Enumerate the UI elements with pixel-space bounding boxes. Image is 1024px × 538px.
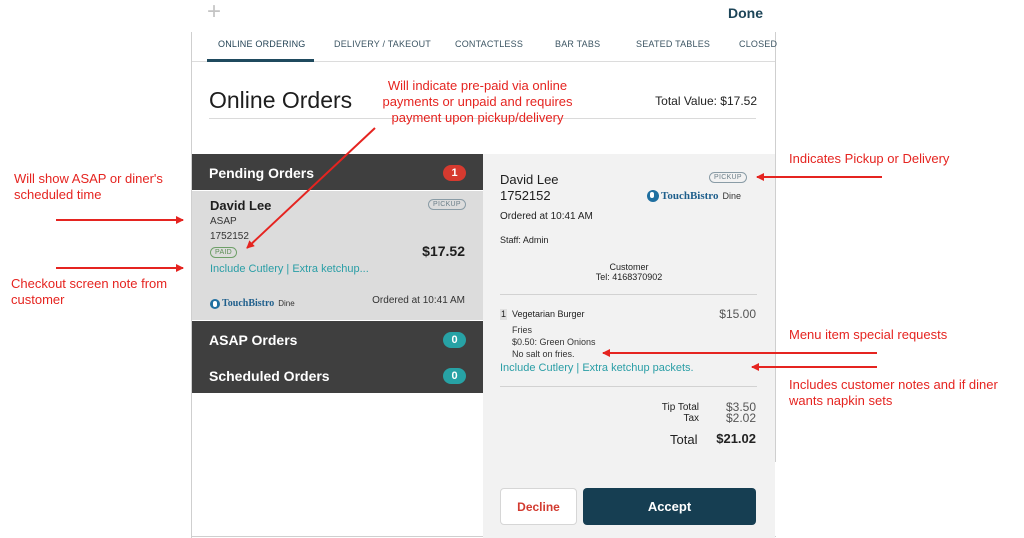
detail-customer-note: Include Cutlery | Extra ketchup packets. [500, 362, 694, 374]
asap-orders-header[interactable]: ASAP Orders 0 [192, 321, 483, 357]
detail-divider [500, 386, 757, 387]
annotation-line: Includes customer notes and if diner [789, 377, 998, 392]
tab-seated-tables[interactable]: SEATED TABLES [636, 39, 710, 49]
accept-button[interactable]: Accept [583, 488, 756, 525]
annotation-prepaid: Will indicate pre-paid via online paymen… [365, 78, 590, 126]
annotation-line: Will show ASAP or diner's [14, 171, 163, 186]
annotation-line: Checkout screen note from [11, 276, 168, 291]
annotation-line: Menu item special requests [789, 327, 948, 342]
annotation-line: customer [11, 292, 65, 307]
order-card-timing: ASAP [210, 216, 237, 227]
total-value-amount: $21.02 [716, 431, 756, 446]
order-card-pickup-badge: PICKUP [428, 199, 466, 210]
asap-orders-label: ASAP Orders [209, 332, 298, 348]
annotation-line: scheduled time [14, 187, 102, 202]
item-quantity: 1 [500, 309, 507, 320]
annotation-asap-time: Will show ASAP or diner's scheduled time [14, 171, 163, 203]
scheduled-orders-count: 0 [443, 368, 466, 384]
touchbistro-logo-icon [647, 190, 659, 202]
order-card-note: Include Cutlery | Extra ketchup... [210, 263, 369, 275]
item-modifier: $0.50: Green Onions [512, 337, 596, 347]
annotation-line: payment upon pickup/delivery [391, 110, 564, 125]
tab-closed[interactable]: CLOSED [739, 39, 777, 49]
tab-delivery-takeout[interactable]: DELIVERY / TAKEOUT [334, 39, 431, 49]
tip-label: Tip Total [661, 402, 699, 413]
decline-button[interactable]: Decline [500, 488, 577, 525]
detail-customer-name: David Lee [500, 172, 559, 187]
pending-orders-count: 1 [443, 165, 466, 181]
tab-bar: ONLINE ORDERING DELIVERY / TAKEOUT CONTA… [192, 32, 777, 62]
annotation-line: wants napkin sets [789, 393, 893, 408]
annotation-pickup-delivery: Indicates Pickup or Delivery [789, 151, 949, 167]
done-button[interactable]: Done [728, 5, 763, 21]
annotation-checkout-note: Checkout screen note from customer [11, 276, 167, 308]
annotation-customer-notes: Includes customer notes and if diner wan… [789, 377, 998, 409]
detail-customer-tel: Tel: 4168370902 [595, 272, 663, 282]
tab-online-ordering[interactable]: ONLINE ORDERING [218, 39, 306, 49]
item-modifier: No salt on fries. [512, 349, 575, 359]
detail-order-number: 1752152 [500, 188, 551, 203]
total-value: Total Value: $17.52 [655, 94, 757, 108]
total-label: Total [670, 432, 698, 447]
order-card-paid-badge: PAID [210, 247, 238, 258]
asap-orders-count: 0 [443, 332, 466, 348]
tab-bar-tabs[interactable]: BAR TABS [555, 39, 600, 49]
detail-brand: TouchBistro Dine [647, 190, 741, 202]
brand-suffix: Dine [722, 191, 741, 201]
brand-name: TouchBistro [661, 190, 719, 202]
tax-value: $2.02 [725, 411, 756, 425]
order-detail-panel: David Lee PICKUP 1752152 TouchBistro Din… [483, 154, 775, 538]
scheduled-orders-header[interactable]: Scheduled Orders 0 [192, 357, 483, 393]
annotation-line: Will indicate pre-paid via online [387, 78, 568, 93]
brand-name: TouchBistro [222, 298, 275, 309]
order-card-ordered-at: Ordered at 10:41 AM [372, 295, 465, 306]
order-card-number: 1752152 [210, 231, 249, 242]
detail-staff: Staff: Admin [500, 235, 549, 245]
detail-customer-heading: Customer [609, 262, 649, 272]
page-title: Online Orders [209, 87, 353, 113]
tax-label: Tax [683, 413, 699, 424]
pending-orders-header[interactable]: Pending Orders 1 [192, 154, 483, 190]
item-price: $15.00 [719, 307, 756, 321]
frame-border-right [775, 32, 776, 462]
plus-icon[interactable]: + [207, 0, 223, 24]
brand-suffix: Dine [278, 299, 295, 308]
item-name: Vegetarian Burger [512, 309, 585, 319]
annotation-line: Indicates Pickup or Delivery [789, 151, 950, 166]
order-card[interactable]: David Lee PICKUP ASAP 1752152 PAID $17.5… [192, 191, 483, 320]
scheduled-orders-label: Scheduled Orders [209, 368, 330, 384]
detail-divider [500, 294, 757, 295]
detail-ordered-at: Ordered at 10:41 AM [500, 211, 593, 222]
item-modifier: Fries [512, 325, 532, 335]
pending-orders-label: Pending Orders [209, 165, 315, 181]
annotation-line: payments or unpaid and requires [382, 94, 573, 109]
tab-contactless[interactable]: CONTACTLESS [455, 39, 523, 49]
active-tab-indicator [207, 59, 314, 62]
order-card-brand: TouchBistro Dine [210, 298, 295, 309]
detail-pickup-badge: PICKUP [709, 172, 747, 183]
order-list: Pending Orders 1 David Lee PICKUP ASAP 1… [192, 154, 483, 394]
annotation-menu-requests: Menu item special requests [789, 327, 947, 343]
order-card-amount: $17.52 [422, 243, 465, 259]
touchbistro-logo-icon [210, 298, 220, 309]
order-card-name: David Lee [210, 198, 272, 213]
